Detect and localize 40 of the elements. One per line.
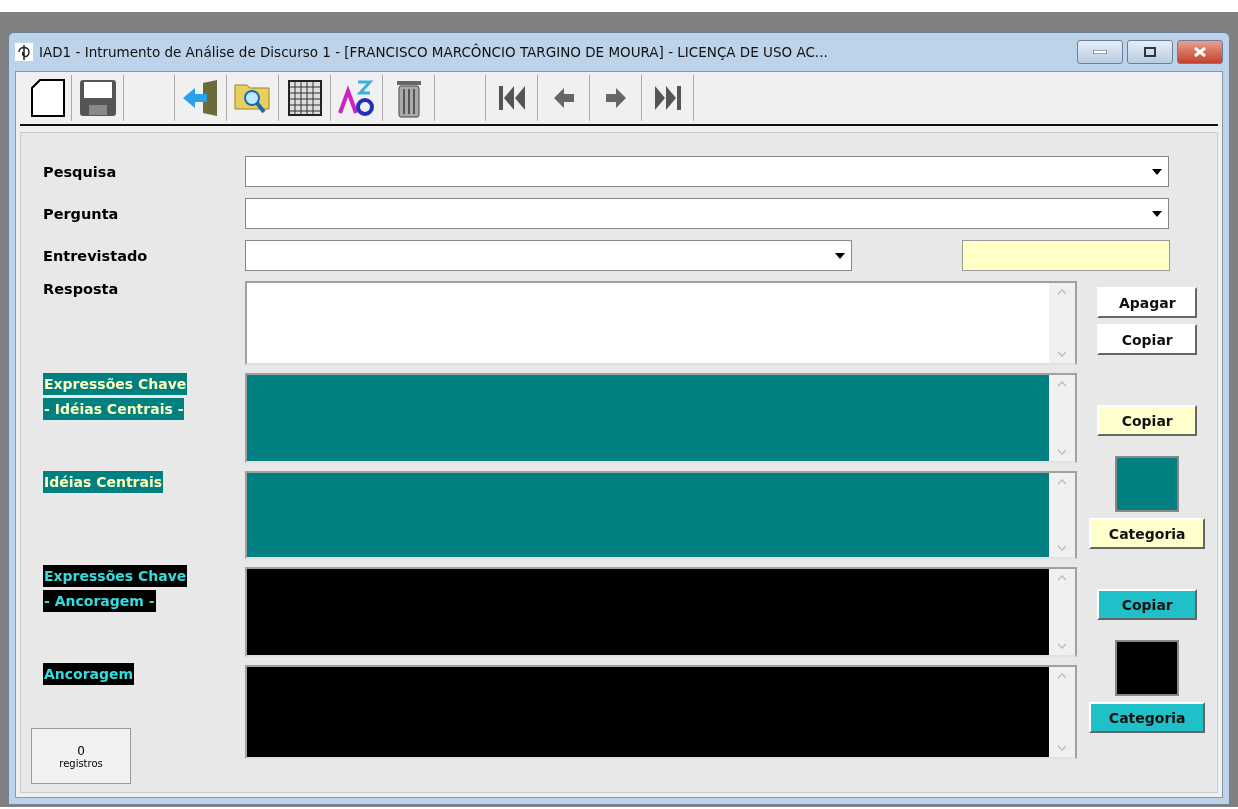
dropdown-arrow-icon[interactable] [835,252,845,259]
field-label: Pesquisa [43,163,118,180]
grid-icon [287,80,322,116]
minimize-button[interactable] [1077,40,1123,64]
spell-check-icon [337,79,376,117]
maximize-button[interactable] [1127,40,1173,64]
minimize-icon [1093,50,1107,54]
color-swatch [1115,640,1180,696]
previous-arrow-icon [552,87,575,109]
close-button[interactable] [1177,40,1223,64]
section-label: - Ancoragem - [43,590,156,612]
window-title: IAD1 - Intrumento de Análise de Discurso 1 - [FRANCISCO MARCÔNCIO TARGINO DE MOURA] - LICENÇA DE USO AC... [39,44,829,60]
field-label: Entrevistado [43,247,149,264]
first-record-icon [497,85,526,111]
input-field[interactable] [962,240,1170,271]
section-label: Expressões Chave [43,373,188,395]
blank-page-icon [30,79,65,117]
app-icon [15,43,33,61]
maximize-icon [1144,47,1156,57]
dropdown-arrow-icon[interactable] [1152,210,1162,217]
section-label: Ancoragem [43,663,135,685]
record-count: 0 [77,743,85,758]
trash-icon [395,78,422,118]
field-label: Pergunta [43,205,120,222]
copy-button[interactable]: Copiar [1097,405,1198,436]
last-record-icon [653,85,682,111]
dropdown-arrow-icon[interactable] [1152,168,1162,175]
section-label: - Idéias Centrais - [43,398,185,420]
color-swatch [1115,456,1180,512]
action-button[interactable]: Apagar [1097,287,1198,318]
next-arrow-icon [604,87,627,109]
field-label: Resposta [43,281,120,297]
action-button[interactable]: Copiar [1097,324,1198,355]
section-label: Expressões Chave [43,565,188,587]
copy-button[interactable]: Copiar [1097,589,1198,620]
close-icon [1194,47,1206,57]
category-button[interactable]: Categoria [1089,702,1206,733]
section-label: Idéias Centrais [43,471,164,493]
records-label: registros [59,757,103,769]
category-button[interactable]: Categoria [1089,518,1206,549]
